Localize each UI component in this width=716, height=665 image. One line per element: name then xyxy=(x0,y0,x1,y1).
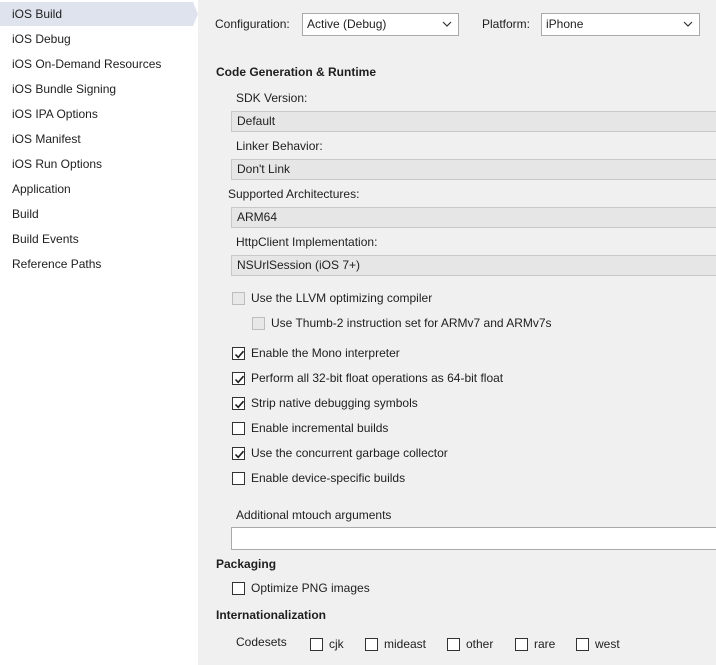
internationalization-heading: Internationalization xyxy=(216,608,327,622)
sidebar-item-ios-build[interactable]: iOS Build xyxy=(0,2,198,26)
sidebar-item-application[interactable]: Application xyxy=(0,177,198,201)
linker-behavior-label: Linker Behavior: xyxy=(236,139,323,153)
sdk-version-dropdown[interactable]: Default xyxy=(231,111,716,132)
chevron-down-icon xyxy=(682,14,694,35)
checkbox-box xyxy=(232,397,245,410)
checkbox-box xyxy=(232,472,245,485)
sidebar-item-label: iOS IPA Options xyxy=(12,107,98,121)
checkmark-icon xyxy=(234,375,245,384)
sidebar-item-ios-ipa-options[interactable]: iOS IPA Options xyxy=(0,102,198,126)
sidebar-item-ios-bundle-signing[interactable]: iOS Bundle Signing xyxy=(0,77,198,101)
sidebar-item-label: iOS On-Demand Resources xyxy=(12,57,162,71)
sidebar-item-ios-run-options[interactable]: iOS Run Options xyxy=(0,152,198,176)
mtouch-arguments-label: Additional mtouch arguments xyxy=(236,508,392,522)
checkbox-box xyxy=(576,638,589,651)
sidebar-item-build[interactable]: Build xyxy=(0,202,198,226)
sidebar: iOS Build iOS Debug iOS On-Demand Resour… xyxy=(0,0,198,665)
code-generation-heading: Code Generation & Runtime xyxy=(216,65,377,79)
sidebar-item-ios-manifest[interactable]: iOS Manifest xyxy=(0,127,198,151)
sdk-version-label: SDK Version: xyxy=(236,91,308,105)
httpclient-implementation-dropdown[interactable]: NSUrlSession (iOS 7+) xyxy=(231,255,716,276)
configuration-value: Active (Debug) xyxy=(307,17,387,31)
checkbox-box xyxy=(232,447,245,460)
linker-behavior-dropdown[interactable]: Don't Link xyxy=(231,159,716,180)
sidebar-item-label: iOS Run Options xyxy=(12,157,103,171)
checkbox-label: Strip native debugging symbols xyxy=(251,396,418,410)
checkbox-label: cjk xyxy=(329,637,344,651)
checkmark-icon xyxy=(234,400,245,409)
checkbox-box xyxy=(232,347,245,360)
mtouch-arguments-input[interactable] xyxy=(231,527,716,550)
checkbox-box xyxy=(365,638,378,651)
sidebar-item-label: Application xyxy=(12,182,71,196)
checkbox-label: Use the concurrent garbage collector xyxy=(251,446,448,460)
checkbox-label: other xyxy=(466,637,494,651)
checkbox-box xyxy=(447,638,460,651)
checkbox-label: Use the LLVM optimizing compiler xyxy=(251,291,433,305)
checkbox-label: Enable incremental builds xyxy=(251,421,389,435)
configuration-label: Configuration: xyxy=(215,17,290,31)
sidebar-item-label: Build Events xyxy=(12,232,79,246)
supported-architectures-value: ARM64 xyxy=(237,210,278,224)
sdk-version-value: Default xyxy=(237,114,276,128)
checkbox-label: Optimize PNG images xyxy=(251,581,370,595)
codesets-label: Codesets xyxy=(236,635,287,649)
checkmark-icon xyxy=(234,350,245,359)
checkbox-box xyxy=(232,372,245,385)
checkbox-label: mideast xyxy=(384,637,427,651)
supported-architectures-label: Supported Architectures: xyxy=(228,187,360,201)
checkbox-box xyxy=(310,638,323,651)
checkbox-label: Enable the Mono interpreter xyxy=(251,346,400,360)
checkbox-label: Enable device-specific builds xyxy=(251,471,406,485)
sidebar-item-label: Reference Paths xyxy=(12,257,102,271)
sidebar-item-label: iOS Debug xyxy=(12,32,71,46)
sidebar-item-label: iOS Build xyxy=(12,7,63,21)
sidebar-item-build-events[interactable]: Build Events xyxy=(0,227,198,251)
sidebar-item-label: iOS Bundle Signing xyxy=(12,82,117,96)
checkbox-box xyxy=(232,422,245,435)
checkbox-box xyxy=(232,582,245,595)
checkbox-box xyxy=(252,317,265,330)
checkbox-box xyxy=(232,292,245,305)
sidebar-item-ios-debug[interactable]: iOS Debug xyxy=(0,27,198,51)
platform-label: Platform: xyxy=(482,17,531,31)
checkbox-label: Use Thumb-2 instruction set for ARMv7 an… xyxy=(271,316,552,330)
sidebar-item-label: Build xyxy=(12,207,39,221)
packaging-heading: Packaging xyxy=(216,557,277,571)
platform-dropdown[interactable]: iPhone xyxy=(541,13,700,36)
httpclient-implementation-value: NSUrlSession (iOS 7+) xyxy=(237,258,361,272)
sidebar-item-reference-paths[interactable]: Reference Paths xyxy=(0,252,198,276)
sidebar-item-label: iOS Manifest xyxy=(12,132,81,146)
configuration-dropdown[interactable]: Active (Debug) xyxy=(302,13,459,36)
supported-architectures-dropdown[interactable]: ARM64 xyxy=(231,207,716,228)
sidebar-item-ios-on-demand-resources[interactable]: iOS On-Demand Resources xyxy=(0,52,198,76)
linker-behavior-value: Don't Link xyxy=(237,162,290,176)
platform-value: iPhone xyxy=(546,17,584,31)
checkbox-box xyxy=(515,638,528,651)
checkmark-icon xyxy=(234,450,245,459)
checkbox-label: Perform all 32-bit float operations as 6… xyxy=(251,371,504,385)
httpclient-implementation-label: HttpClient Implementation: xyxy=(236,235,378,249)
chevron-down-icon xyxy=(441,14,453,35)
checkbox-label: west xyxy=(595,637,620,651)
checkbox-label: rare xyxy=(534,637,556,651)
